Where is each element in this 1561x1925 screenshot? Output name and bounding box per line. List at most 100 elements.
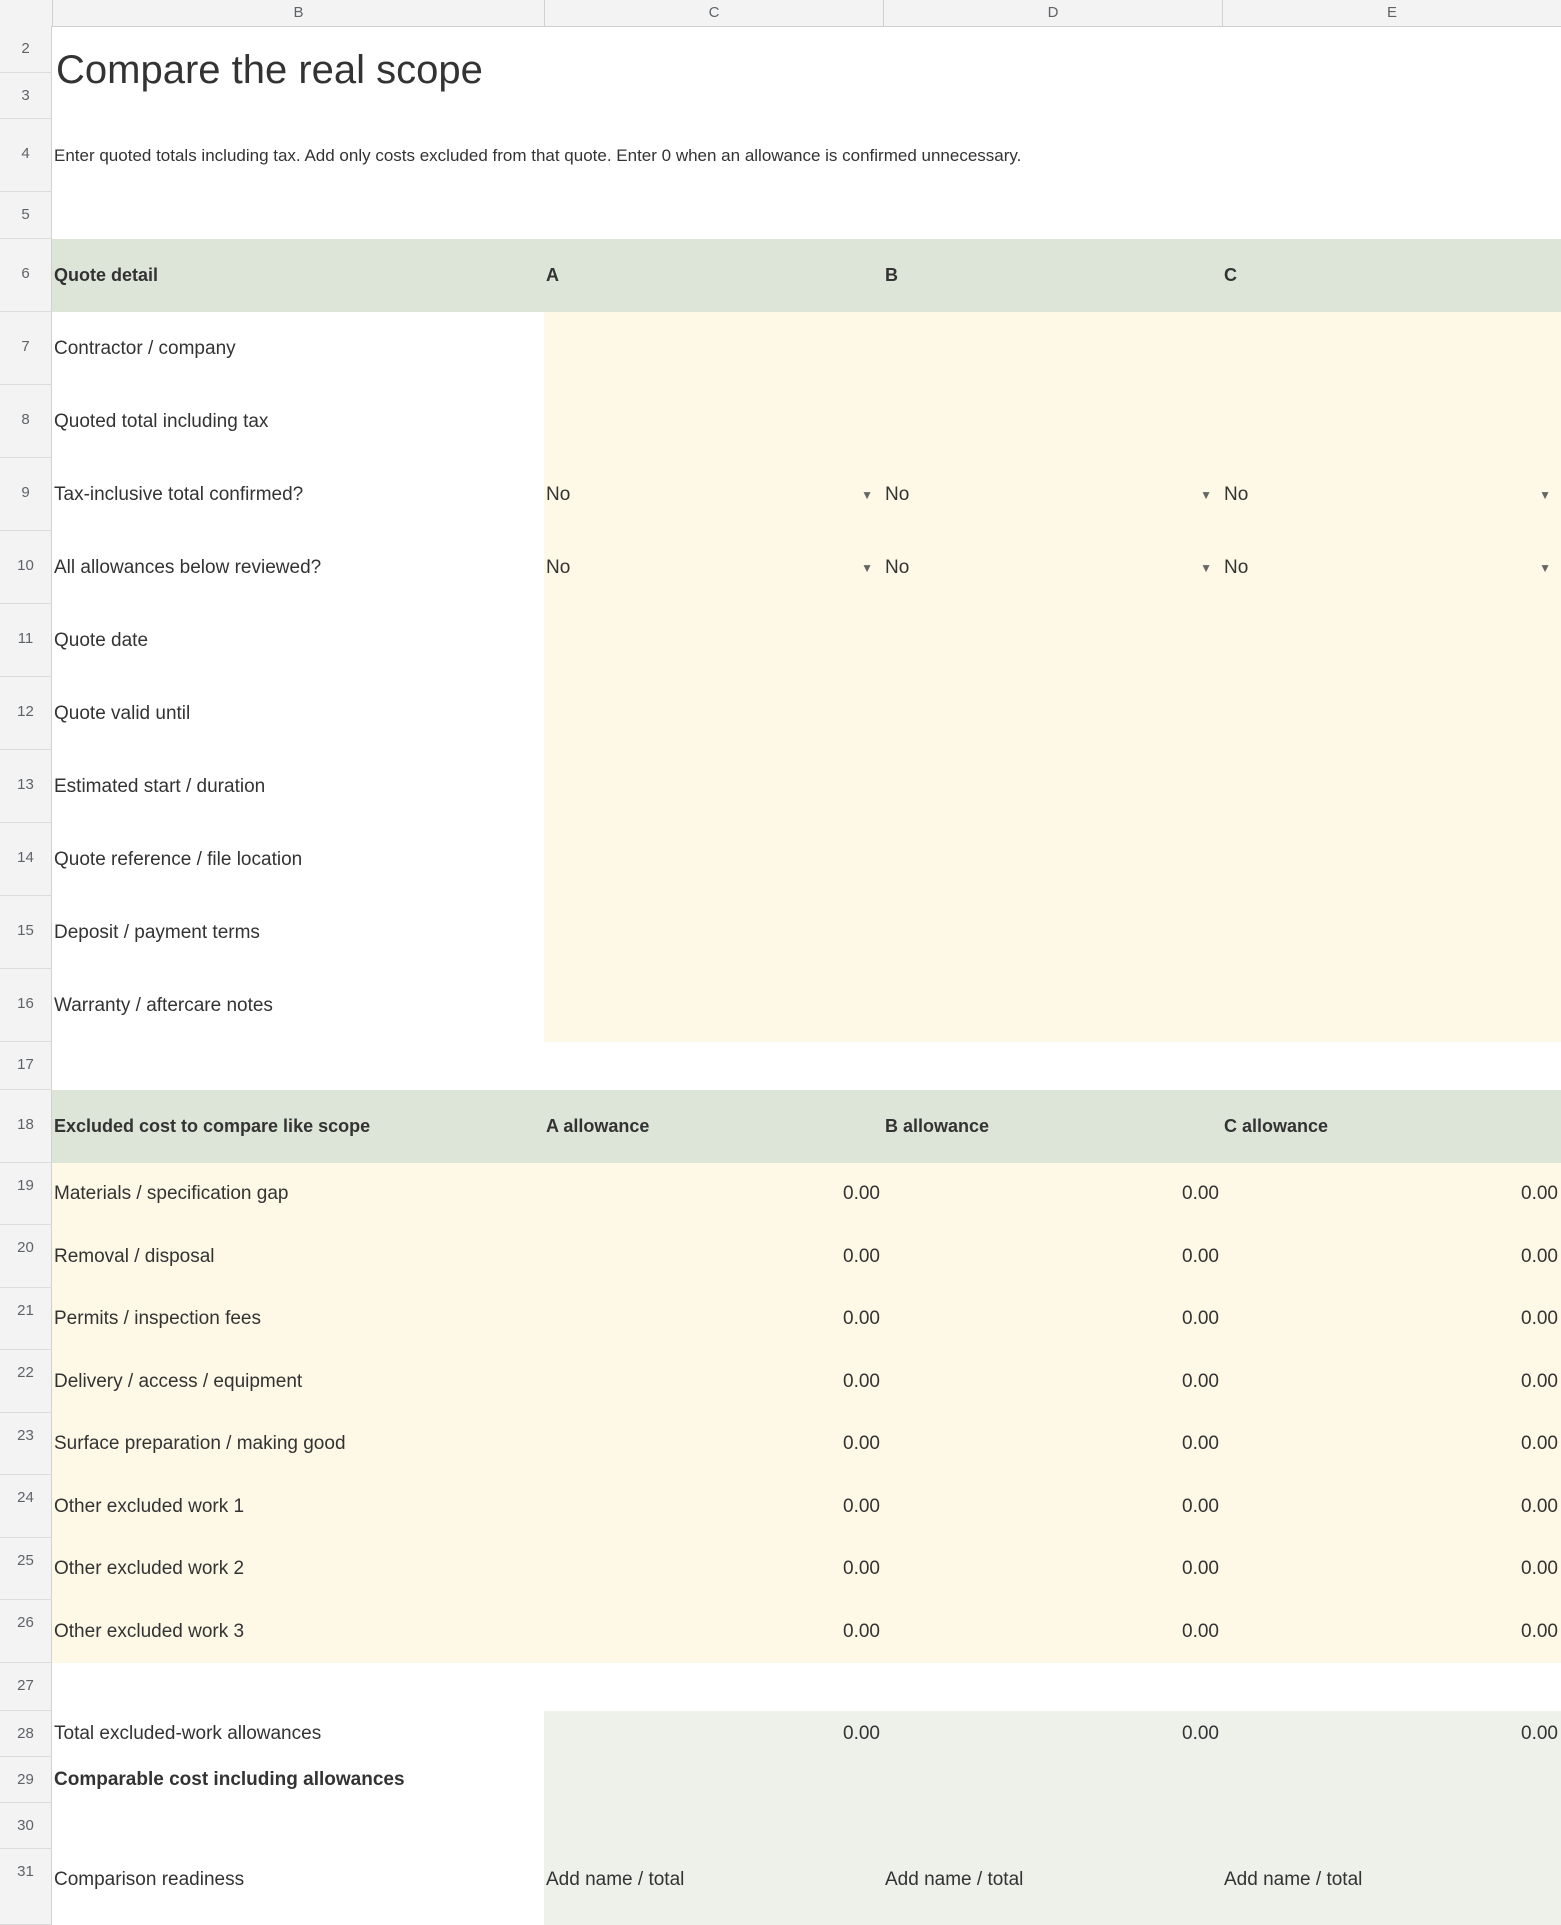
c-allowance-value[interactable]: 0.00 [1222,1225,1561,1288]
row-header[interactable]: 22 [0,1350,52,1413]
row-header[interactable]: 29 [0,1757,52,1803]
column-header-e[interactable]: E [1222,0,1561,26]
a-allowance-value[interactable]: 0.00 [544,1475,883,1538]
row-header[interactable]: 3 [0,73,52,119]
column-header-b[interactable]: B [52,0,544,26]
a-allowance-value[interactable]: 0.00 [544,1288,883,1350]
quoted-total-input[interactable] [544,385,1561,458]
row-header[interactable]: 6 [0,239,52,312]
b-allowance-value[interactable]: 0.00 [883,1350,1222,1413]
row-header[interactable]: 20 [0,1225,52,1288]
contractor-label[interactable]: Contractor / company [52,312,544,385]
row-header[interactable]: 26 [0,1600,52,1663]
row-header[interactable]: 2 [0,26,52,73]
chevron-down-icon[interactable]: ▼ [1200,488,1212,502]
column-header-d[interactable]: D [883,0,1222,26]
b-allowance-value[interactable]: 0.00 [883,1475,1222,1538]
comparable-cost-label[interactable]: Comparable cost including allowances [52,1757,544,1803]
row-header[interactable]: 10 [0,531,52,604]
a-allowance-value[interactable]: 0.00 [544,1600,883,1663]
a-allowance-value[interactable]: 0.00 [544,1225,883,1288]
c-allowance-value[interactable]: 0.00 [1222,1600,1561,1663]
start-duration-label[interactable]: Estimated start / duration [52,750,544,823]
quote-c-header[interactable]: C [1222,239,1561,312]
row-header[interactable]: 16 [0,969,52,1042]
select-all-corner[interactable] [0,0,52,26]
row-header[interactable]: 5 [0,192,52,239]
row-header[interactable]: 18 [0,1090,52,1163]
reference-input[interactable] [544,823,1561,896]
tax-confirmed-label[interactable]: Tax-inclusive total confirmed? [52,458,544,531]
quote-b-header[interactable]: B [883,239,1222,312]
row-header[interactable]: 28 [0,1711,52,1757]
tax-confirmed-dropdown-a[interactable]: No ▼ [544,458,883,531]
chevron-down-icon[interactable]: ▼ [1539,561,1551,575]
readiness-c[interactable]: Add name / total [1222,1849,1561,1925]
a-allowance-value[interactable]: 0.00 [544,1538,883,1600]
readiness-a[interactable]: Add name / total [544,1849,883,1925]
allowances-reviewed-dropdown-a[interactable]: No ▼ [544,531,883,604]
row-header[interactable]: 7 [0,312,52,385]
row-header[interactable]: 13 [0,750,52,823]
excluded-item-label[interactable]: Delivery / access / equipment [52,1350,544,1413]
chevron-down-icon[interactable]: ▼ [861,561,873,575]
total-allowances-a[interactable]: 0.00 [544,1711,883,1757]
reference-label[interactable]: Quote reference / file location [52,823,544,896]
excluded-item-label[interactable]: Other excluded work 1 [52,1475,544,1538]
row-header[interactable]: 23 [0,1413,52,1475]
row-header[interactable]: 19 [0,1163,52,1225]
start-duration-input[interactable] [544,750,1561,823]
deposit-label[interactable]: Deposit / payment terms [52,896,544,969]
row-header[interactable]: 12 [0,677,52,750]
chevron-down-icon[interactable]: ▼ [1200,561,1212,575]
row-header[interactable]: 17 [0,1042,52,1090]
row-header[interactable]: 4 [0,119,52,192]
b-allowance-header[interactable]: B allowance [883,1090,1222,1163]
warranty-label[interactable]: Warranty / aftercare notes [52,969,544,1042]
row-header[interactable]: 11 [0,604,52,677]
chevron-down-icon[interactable]: ▼ [861,488,873,502]
tax-confirmed-dropdown-c[interactable]: No ▼ [1222,458,1561,531]
a-allowance-value[interactable]: 0.00 [544,1413,883,1475]
row-header[interactable]: 30 [0,1803,52,1849]
b-allowance-value[interactable]: 0.00 [883,1413,1222,1475]
contractor-input[interactable] [544,312,1561,385]
total-allowances-label[interactable]: Total excluded-work allowances [52,1711,544,1757]
b-allowance-value[interactable]: 0.00 [883,1225,1222,1288]
c-allowance-value[interactable]: 0.00 [1222,1163,1561,1225]
readiness-b[interactable]: Add name / total [883,1849,1222,1925]
b-allowance-value[interactable]: 0.00 [883,1163,1222,1225]
row-header[interactable]: 24 [0,1475,52,1538]
b-allowance-value[interactable]: 0.00 [883,1600,1222,1663]
page-title[interactable]: Compare the real scope [56,48,483,93]
readiness-label[interactable]: Comparison readiness [52,1849,544,1925]
chevron-down-icon[interactable]: ▼ [1539,488,1551,502]
row-header[interactable]: 9 [0,458,52,531]
quote-date-label[interactable]: Quote date [52,604,544,677]
c-allowance-value[interactable]: 0.00 [1222,1350,1561,1413]
excluded-item-label[interactable]: Permits / inspection fees [52,1288,544,1350]
total-allowances-b[interactable]: 0.00 [883,1711,1222,1757]
allowances-reviewed-dropdown-b[interactable]: No ▼ [883,531,1222,604]
row-header[interactable]: 8 [0,385,52,458]
quote-date-input[interactable] [544,604,1561,677]
c-allowance-value[interactable]: 0.00 [1222,1538,1561,1600]
a-allowance-header[interactable]: A allowance [544,1090,883,1163]
comparable-cost-values[interactable] [544,1757,1561,1803]
row-header[interactable]: 14 [0,823,52,896]
c-allowance-value[interactable]: 0.00 [1222,1288,1561,1350]
excluded-item-label[interactable]: Surface preparation / making good [52,1413,544,1475]
c-allowance-header[interactable]: C allowance [1222,1090,1561,1163]
valid-until-label[interactable]: Quote valid until [52,677,544,750]
excluded-item-label[interactable]: Materials / specification gap [52,1163,544,1225]
row-header[interactable]: 25 [0,1538,52,1600]
excluded-item-label[interactable]: Removal / disposal [52,1225,544,1288]
a-allowance-value[interactable]: 0.00 [544,1350,883,1413]
row-header[interactable]: 21 [0,1288,52,1350]
quoted-total-label[interactable]: Quoted total including tax [52,385,544,458]
row-header[interactable]: 31 [0,1849,52,1925]
excluded-cost-header[interactable]: Excluded cost to compare like scope [52,1090,544,1163]
tax-confirmed-dropdown-b[interactable]: No ▼ [883,458,1222,531]
b-allowance-value[interactable]: 0.00 [883,1538,1222,1600]
allowances-reviewed-dropdown-c[interactable]: No ▼ [1222,531,1561,604]
